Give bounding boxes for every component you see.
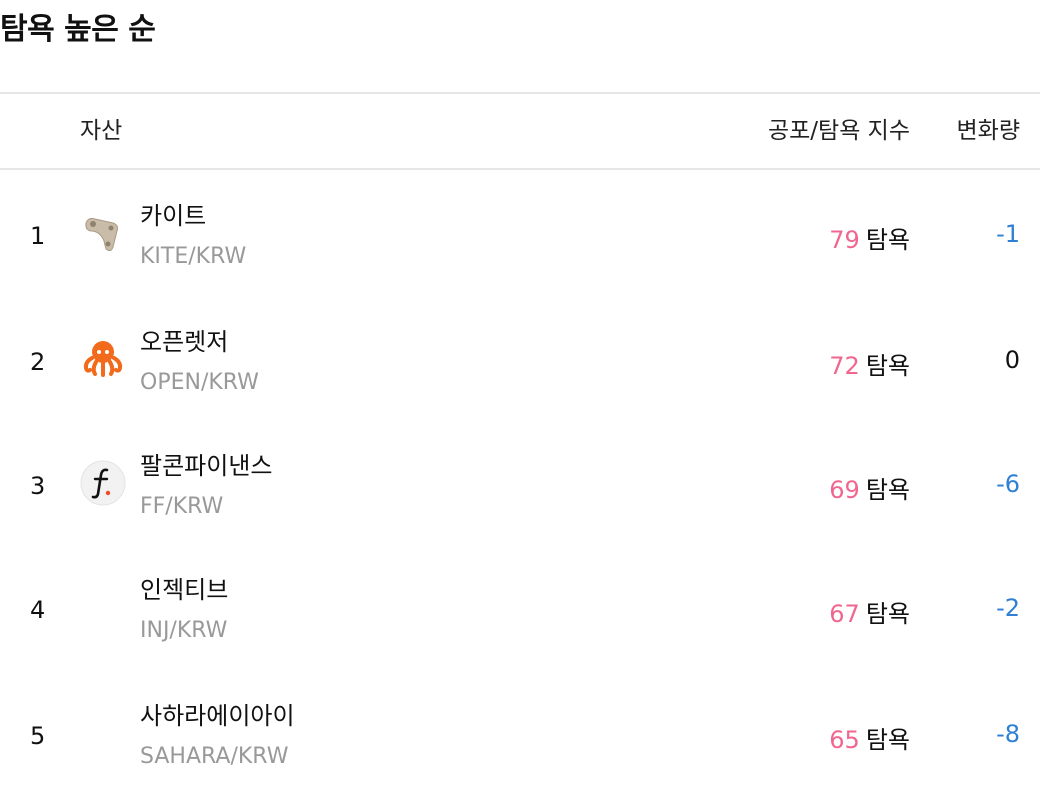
coin-name[interactable]: 카이트 <box>140 196 206 231</box>
coin-symbol: INJ/KRW <box>140 618 228 643</box>
coin-name[interactable]: 오픈렛저 <box>140 322 228 357</box>
index-value: 72 <box>829 352 860 380</box>
rank-number: 5 <box>30 722 46 750</box>
change-value: -8 <box>996 720 1020 748</box>
index-value: 79 <box>829 226 860 254</box>
table-row[interactable]: 2 오픈렛저 OPEN/KRW 72 탐욕 0 <box>0 298 1040 422</box>
kite-icon <box>85 218 118 252</box>
index-label: 탐욕 <box>865 226 910 254</box>
index-value: 69 <box>829 476 860 504</box>
change-value: 0 <box>1004 346 1020 374</box>
fear-greed-index: 69 탐욕 <box>829 470 910 505</box>
table-row[interactable]: 4 인젝티브 INJ/KRW 67 탐욕 -2 <box>0 546 1040 670</box>
coin-name[interactable]: 인젝티브 <box>140 570 228 605</box>
change-value: -2 <box>996 594 1020 622</box>
rank-number: 1 <box>30 222 46 250</box>
table-row[interactable]: 5 사하라에이아이 SAHARA/KRW 65 탐욕 -8 <box>0 672 1040 796</box>
column-header-fear-greed-index[interactable]: 공포/탐욕 지수 <box>768 94 910 168</box>
column-header-change[interactable]: 변화량 <box>957 94 1020 168</box>
fear-greed-index: 67 탐욕 <box>829 594 910 629</box>
octopus-icon <box>83 341 123 377</box>
fear-greed-index: 79 탐욕 <box>829 220 910 255</box>
table-header: 자산 공포/탐욕 지수 변화량 <box>0 92 1040 170</box>
coin-symbol: OPEN/KRW <box>140 370 259 395</box>
page: 탐욕 높은 순 자산 공포/탐욕 지수 변화량 1 카이트 KITE/KRW 7… <box>0 0 1040 800</box>
coin-name[interactable]: 팔콘파이낸스 <box>140 446 272 481</box>
change-value: -6 <box>996 470 1020 498</box>
column-header-asset[interactable]: 자산 <box>80 94 122 168</box>
fear-greed-index: 65 탐욕 <box>829 720 910 755</box>
change-value: -1 <box>996 220 1020 248</box>
rank-number: 3 <box>30 472 46 500</box>
table-row[interactable]: 3 팔콘파이낸스 FF/KRW 69 탐욕 -6 <box>0 422 1040 546</box>
fear-greed-index: 72 탐욕 <box>829 346 910 381</box>
falcon-finance-icon <box>80 460 126 506</box>
coin-symbol: KITE/KRW <box>140 244 247 269</box>
index-label: 탐욕 <box>865 726 910 754</box>
page-title: 탐욕 높은 순 <box>0 12 156 47</box>
index-value: 65 <box>829 726 860 754</box>
coin-symbol: SAHARA/KRW <box>140 744 289 769</box>
index-label: 탐욕 <box>865 352 910 380</box>
rank-number: 2 <box>30 348 46 376</box>
coin-name[interactable]: 사하라에이아이 <box>140 696 295 731</box>
index-label: 탐욕 <box>865 600 910 628</box>
index-label: 탐욕 <box>865 476 910 504</box>
table-row[interactable]: 1 카이트 KITE/KRW 79 탐욕 -1 <box>0 172 1040 296</box>
index-value: 67 <box>829 600 860 628</box>
coin-symbol: FF/KRW <box>140 494 224 519</box>
rank-number: 4 <box>30 596 46 624</box>
